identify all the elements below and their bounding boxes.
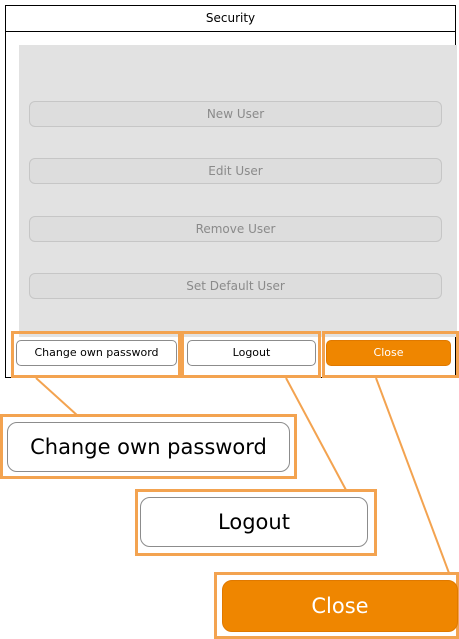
change-password-connector xyxy=(35,377,79,417)
close-zoom-button[interactable]: Close xyxy=(222,580,458,632)
change-password-zoom-button[interactable]: Change own password xyxy=(7,422,290,472)
close-connector xyxy=(375,377,450,574)
logout-zoom-button[interactable]: Logout xyxy=(140,497,368,547)
